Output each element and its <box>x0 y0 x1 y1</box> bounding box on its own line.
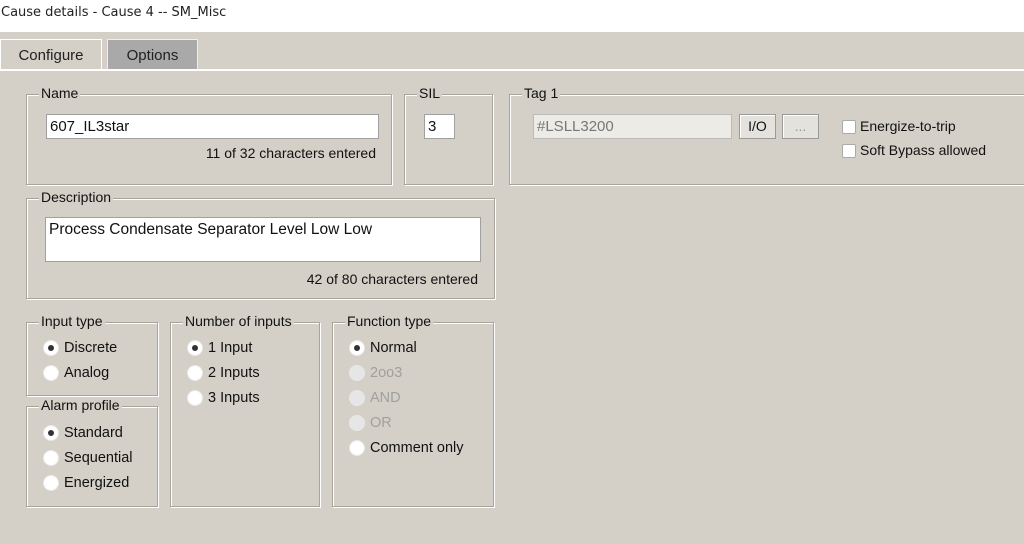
radio-circle-icon <box>44 341 58 355</box>
radio-label: Normal <box>370 340 417 356</box>
window-title: Cause details - Cause 4 -- SM_Misc <box>0 0 1024 32</box>
sil-label: SIL <box>417 85 443 101</box>
alarm-profile-radio-standard[interactable]: Standard <box>44 425 123 441</box>
input-type-radio-analog[interactable]: Analog <box>44 365 109 381</box>
soft-bypass-checkbox[interactable] <box>842 144 856 158</box>
function-type-radio-normal[interactable]: Normal <box>350 340 417 356</box>
function-type-radio-and: AND <box>350 390 401 406</box>
tag-group: Tag 1 <box>509 85 1024 185</box>
function-type-label: Function type <box>345 313 434 329</box>
alarm-profile-label: Alarm profile <box>39 397 122 413</box>
name-label: Name <box>39 85 81 101</box>
radio-circle-icon <box>188 366 202 380</box>
tag-input[interactable] <box>533 114 732 139</box>
function-type-radio-2oo3: 2oo3 <box>350 365 402 381</box>
radio-circle-icon <box>44 366 58 380</box>
description-label: Description <box>39 189 114 205</box>
radio-label: OR <box>370 415 392 431</box>
alarm-profile-radio-sequential[interactable]: Sequential <box>44 450 133 466</box>
name-char-count: 11 of 32 characters entered <box>205 145 376 161</box>
num-inputs-radio-2-inputs[interactable]: 2 Inputs <box>188 365 260 381</box>
soft-bypass-label: Soft Bypass allowed <box>860 142 987 158</box>
tag-label: Tag 1 <box>522 85 561 101</box>
radio-circle-icon <box>350 391 364 405</box>
radio-label: Discrete <box>64 340 118 356</box>
radio-circle-icon <box>350 341 364 355</box>
radio-label: 2 Inputs <box>208 365 260 381</box>
tab-configure[interactable]: Configure <box>0 39 102 71</box>
alarm-profile-radio-energized[interactable]: Energized <box>44 475 129 491</box>
energize-to-trip-checkbox[interactable] <box>842 120 856 134</box>
sil-input[interactable] <box>424 114 455 139</box>
description-input[interactable]: Process Condensate Separator Level Low L… <box>45 217 481 262</box>
num-inputs-radio-3-inputs[interactable]: 3 Inputs <box>188 390 260 406</box>
radio-circle-icon <box>44 426 58 440</box>
radio-label: Standard <box>64 425 123 441</box>
function-type-radio-comment-only[interactable]: Comment only <box>350 440 463 456</box>
radio-circle-icon <box>188 391 202 405</box>
radio-label: Energized <box>64 475 130 491</box>
radio-label: Analog <box>64 365 110 381</box>
input-type-label: Input type <box>39 313 105 329</box>
tab-divider <box>0 69 1024 71</box>
radio-label: 1 Input <box>208 340 253 356</box>
radio-circle-icon <box>44 451 58 465</box>
io-button[interactable]: I/O <box>739 114 776 139</box>
input-type-radio-discrete[interactable]: Discrete <box>44 340 117 356</box>
radio-label: Comment only <box>370 440 464 456</box>
radio-label: 3 Inputs <box>208 390 260 406</box>
radio-circle-icon <box>350 441 364 455</box>
description-char-count: 42 of 80 characters entered <box>306 271 478 287</box>
name-group: Name <box>26 85 392 185</box>
radio-label: Sequential <box>64 450 133 466</box>
num-inputs-radio-1-input[interactable]: 1 Input <box>188 340 252 356</box>
radio-label: 2oo3 <box>370 365 403 381</box>
function-type-radio-or: OR <box>350 415 392 431</box>
name-input[interactable] <box>46 114 379 139</box>
radio-circle-icon <box>350 366 364 380</box>
browse-button[interactable]: ... <box>782 114 819 139</box>
radio-circle-icon <box>44 476 58 490</box>
tab-options[interactable]: Options <box>107 39 198 71</box>
input-type-group: Input type <box>26 313 158 396</box>
radio-label: AND <box>370 390 401 406</box>
energize-to-trip-label: Energize-to-trip <box>860 118 956 134</box>
sil-group: SIL <box>404 85 493 185</box>
radio-circle-icon <box>350 416 364 430</box>
number-of-inputs-label: Number of inputs <box>183 313 294 329</box>
radio-circle-icon <box>188 341 202 355</box>
